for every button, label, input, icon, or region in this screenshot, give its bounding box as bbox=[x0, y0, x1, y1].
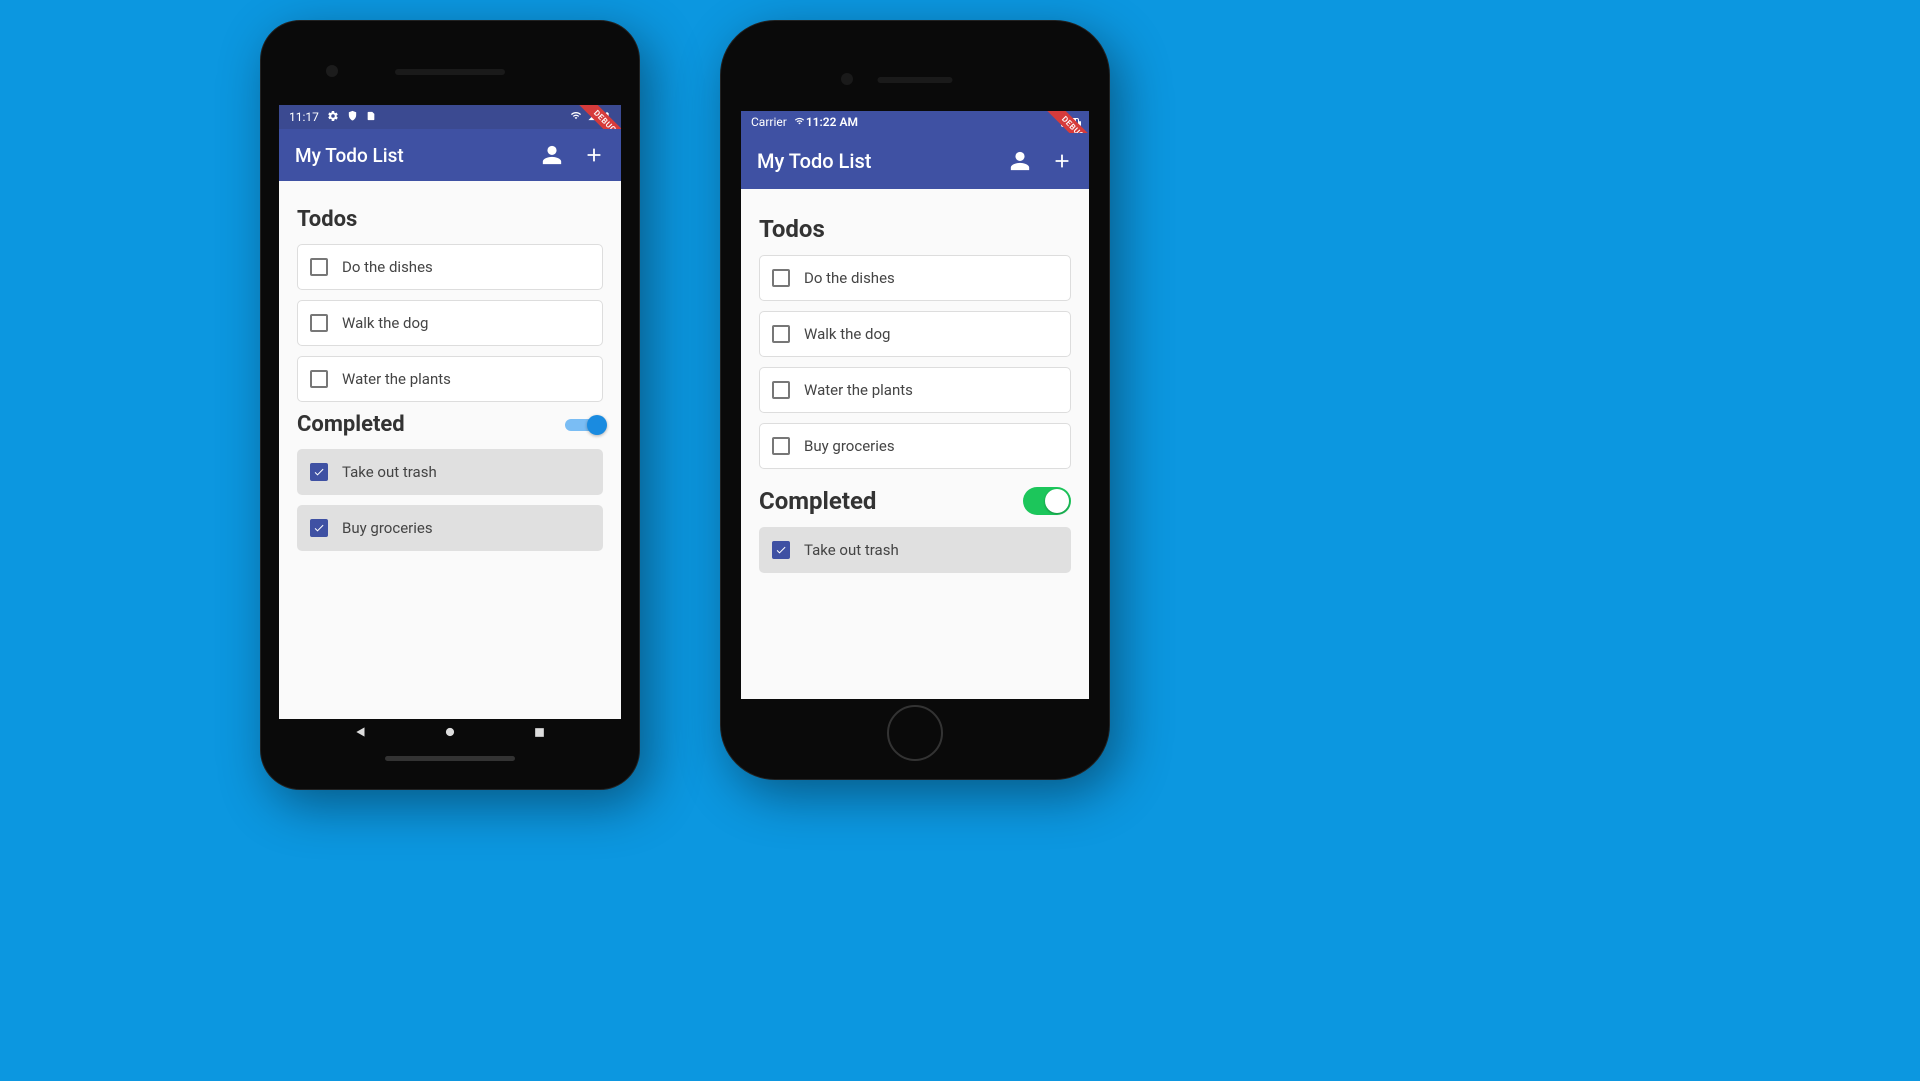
completed-list: Take out trash bbox=[759, 527, 1071, 573]
account-button[interactable] bbox=[1009, 150, 1031, 172]
todo-checkbox[interactable] bbox=[772, 541, 790, 559]
todo-label: Water the plants bbox=[804, 381, 913, 399]
todos-section-header: Todos bbox=[759, 215, 1071, 243]
app-bar: My Todo List bbox=[279, 129, 621, 181]
add-button[interactable] bbox=[1051, 150, 1073, 172]
wifi-icon bbox=[793, 115, 806, 129]
android-status-bar: 11:17 bbox=[279, 105, 621, 129]
todo-item[interactable]: Water the plants bbox=[297, 356, 603, 402]
ios-sensor bbox=[841, 73, 853, 85]
todos-title: Todos bbox=[297, 207, 357, 232]
android-screen: 11:17 bbox=[279, 105, 621, 719]
todo-item[interactable]: Do the dishes bbox=[297, 244, 603, 290]
app-title: My Todo List bbox=[757, 149, 871, 173]
todo-checkbox[interactable] bbox=[310, 519, 328, 537]
android-content: Todos Do the dishes Walk the dog Water the… bbox=[279, 181, 621, 577]
ios-content: Todos Do the dishes Walk the dog Water the… bbox=[741, 189, 1089, 599]
file-icon bbox=[366, 110, 376, 125]
show-completed-toggle[interactable] bbox=[565, 415, 603, 435]
todo-checkbox[interactable] bbox=[310, 370, 328, 388]
todo-item[interactable]: Take out trash bbox=[759, 527, 1071, 573]
todo-item[interactable]: Take out trash bbox=[297, 449, 603, 495]
todo-checkbox[interactable] bbox=[310, 314, 328, 332]
android-camera bbox=[326, 65, 338, 77]
completed-list: Take out trash Buy groceries bbox=[297, 449, 603, 551]
todo-label: Take out trash bbox=[342, 463, 437, 481]
todo-checkbox[interactable] bbox=[772, 325, 790, 343]
status-time: 11:22 AM bbox=[806, 115, 858, 129]
app-title: My Todo List bbox=[295, 144, 404, 167]
todo-label: Take out trash bbox=[804, 541, 899, 559]
todos-section-header: Todos bbox=[297, 207, 603, 232]
todo-label: Water the plants bbox=[342, 370, 451, 388]
settings-icon bbox=[327, 110, 339, 125]
todo-item[interactable]: Water the plants bbox=[759, 367, 1071, 413]
todos-title: Todos bbox=[759, 215, 825, 243]
nav-home-icon[interactable] bbox=[443, 724, 457, 743]
shield-icon bbox=[347, 110, 358, 124]
ios-home-button[interactable] bbox=[887, 705, 943, 761]
todo-checkbox[interactable] bbox=[310, 463, 328, 481]
todo-checkbox[interactable] bbox=[772, 269, 790, 287]
completed-section-header: Completed bbox=[297, 412, 603, 437]
todo-item[interactable]: Buy groceries bbox=[297, 505, 603, 551]
todo-checkbox[interactable] bbox=[772, 381, 790, 399]
todo-label: Do the dishes bbox=[342, 258, 433, 276]
android-speaker bbox=[395, 69, 505, 75]
carrier-label: Carrier bbox=[751, 115, 787, 129]
completed-title: Completed bbox=[759, 487, 876, 515]
wifi-icon bbox=[569, 110, 583, 124]
todo-label: Walk the dog bbox=[342, 314, 428, 332]
nav-back-icon[interactable] bbox=[354, 724, 368, 743]
add-button[interactable] bbox=[583, 144, 605, 166]
todo-item[interactable]: Walk the dog bbox=[297, 300, 603, 346]
todo-checkbox[interactable] bbox=[310, 258, 328, 276]
ios-speaker bbox=[878, 77, 953, 83]
ios-screen: Carrier 11:22 AM DEBUG My Todo List bbox=[741, 111, 1089, 699]
todo-item[interactable]: Walk the dog bbox=[759, 311, 1071, 357]
android-nav-bar bbox=[261, 724, 639, 743]
show-completed-toggle[interactable] bbox=[1023, 487, 1071, 515]
todo-label: Do the dishes bbox=[804, 269, 895, 287]
ios-status-bar: Carrier 11:22 AM bbox=[741, 111, 1089, 133]
status-time: 11:17 bbox=[289, 110, 319, 124]
todo-item[interactable]: Buy groceries bbox=[759, 423, 1071, 469]
todos-list: Do the dishes Walk the dog Water the plant… bbox=[297, 244, 603, 402]
todo-item[interactable]: Do the dishes bbox=[759, 255, 1071, 301]
completed-section-header: Completed bbox=[759, 487, 1071, 515]
todo-label: Buy groceries bbox=[342, 519, 433, 537]
todo-label: Walk the dog bbox=[804, 325, 890, 343]
app-bar: My Todo List bbox=[741, 133, 1089, 189]
android-device-frame: 11:17 bbox=[260, 20, 640, 790]
nav-recent-icon[interactable] bbox=[533, 724, 546, 743]
completed-title: Completed bbox=[297, 412, 405, 437]
android-chin bbox=[385, 756, 515, 761]
account-button[interactable] bbox=[541, 144, 563, 166]
ios-device-frame: Carrier 11:22 AM DEBUG My Todo List bbox=[720, 20, 1110, 780]
todo-label: Buy groceries bbox=[804, 437, 895, 455]
todos-list: Do the dishes Walk the dog Water the plant… bbox=[759, 255, 1071, 469]
todo-checkbox[interactable] bbox=[772, 437, 790, 455]
